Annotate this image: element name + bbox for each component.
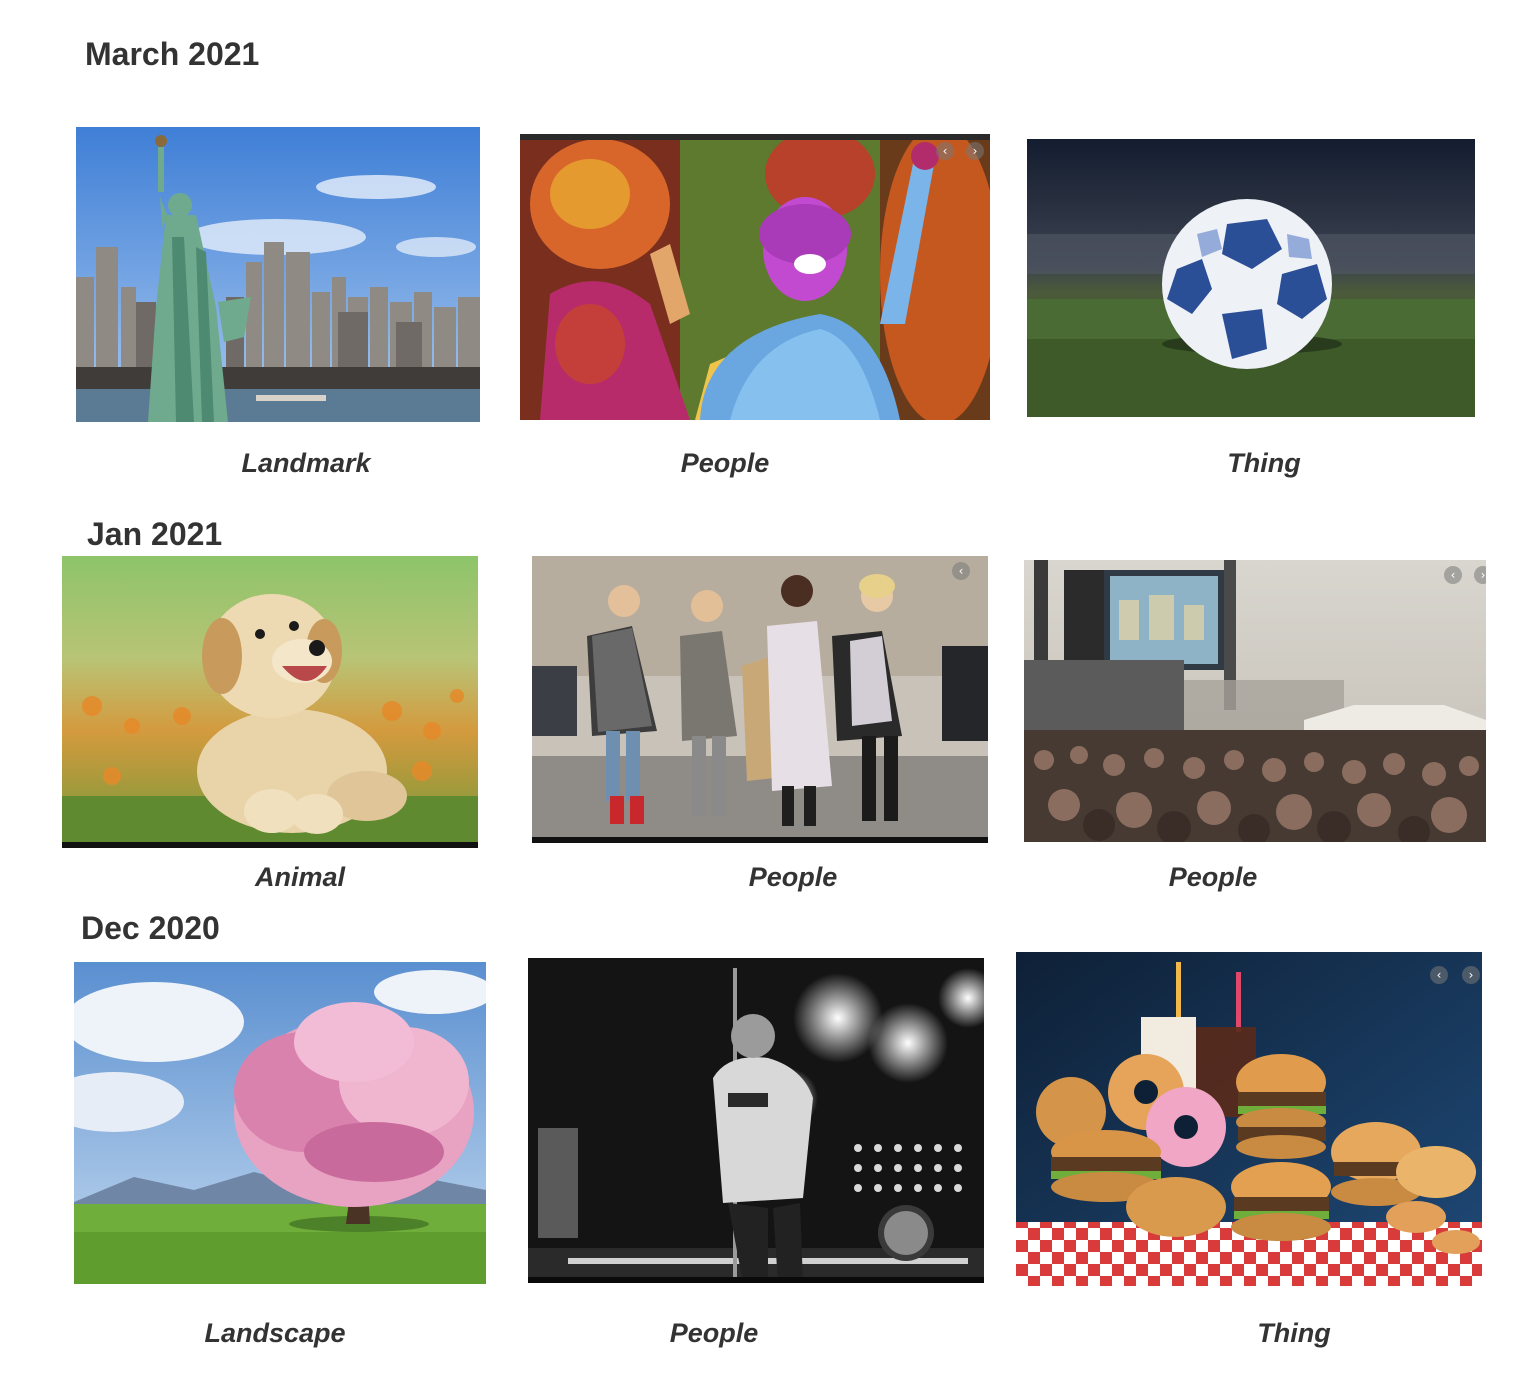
prev-arrow-icon[interactable]: ‹	[936, 142, 954, 160]
prev-arrow-icon[interactable]: ‹	[1444, 566, 1462, 584]
section-title-jan-2021: Jan 2021	[87, 516, 223, 552]
photo-caption: People	[680, 448, 770, 478]
photo-caption: Animal	[254, 862, 346, 892]
photo-caption: People	[669, 1318, 759, 1348]
photo-holi-festival[interactable]: ‹ ›	[520, 134, 990, 420]
puppy-image	[62, 556, 478, 848]
photo-street-style[interactable]: ‹	[532, 556, 988, 843]
next-arrow-icon[interactable]: ›	[966, 142, 984, 160]
photo-concert-crowd[interactable]: ‹ ›	[1024, 560, 1486, 842]
next-arrow-icon[interactable]: ›	[1462, 966, 1480, 984]
photo-statue-of-liberty[interactable]	[76, 127, 480, 422]
fast-food-image	[1016, 952, 1482, 1286]
section-title-march-2021: March 2021	[85, 36, 260, 72]
photo-soccer-ball[interactable]	[1027, 139, 1475, 417]
singer-stage-image	[528, 958, 984, 1283]
photo-caption: People	[1168, 862, 1258, 892]
photo-caption: People	[748, 862, 838, 892]
cherry-tree-image	[74, 962, 486, 1284]
prev-arrow-icon[interactable]: ‹	[1430, 966, 1448, 984]
photo-caption: Landscape	[204, 1318, 346, 1348]
statue-of-liberty-image	[76, 127, 480, 422]
photo-caption: Landmark	[241, 448, 371, 478]
photo-cherry-tree[interactable]	[74, 962, 486, 1284]
concert-crowd-image	[1024, 560, 1486, 842]
photo-singer-stage[interactable]	[528, 958, 984, 1283]
section-title-dec-2020: Dec 2020	[81, 910, 220, 946]
next-arrow-icon[interactable]: ›	[1474, 566, 1486, 584]
photo-puppy[interactable]	[62, 556, 478, 848]
holi-festival-image	[520, 134, 990, 420]
street-style-image	[532, 556, 988, 843]
soccer-ball-image	[1027, 139, 1475, 417]
photo-fast-food[interactable]: ‹ ›	[1016, 952, 1482, 1286]
photo-caption: Thing	[1227, 448, 1301, 478]
photo-caption: Thing	[1257, 1318, 1331, 1348]
prev-arrow-icon[interactable]: ‹	[952, 562, 970, 580]
